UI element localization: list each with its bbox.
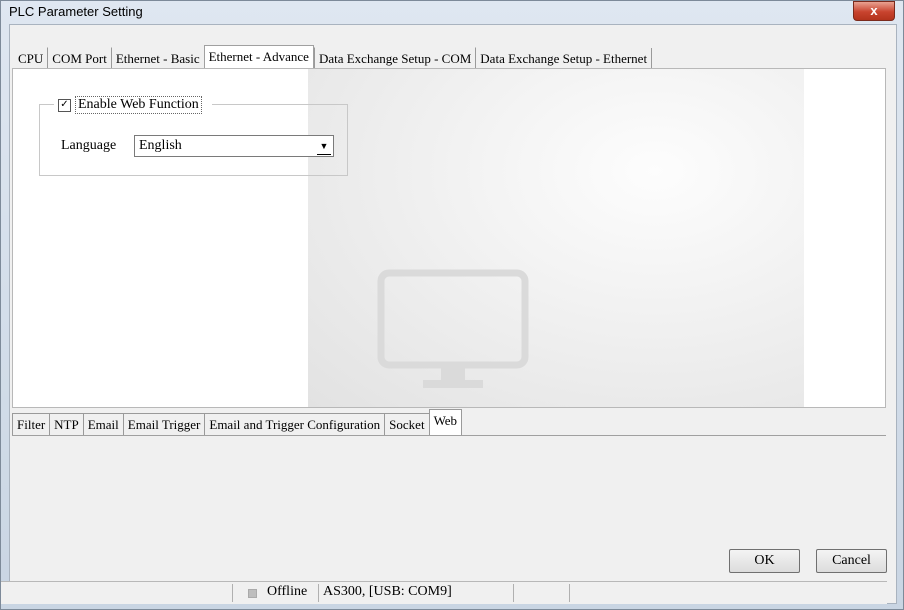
status-mode: Offline	[267, 584, 308, 599]
subtab-filter[interactable]: Filter	[12, 413, 50, 435]
subtab-web[interactable]: Web	[428, 409, 463, 435]
tab-cpu[interactable]: CPU	[14, 47, 48, 70]
web-settings-panel: ✓ Enable Web Function Language English ▼	[12, 68, 886, 408]
status-device: AS300, [USB: COM9]	[323, 584, 452, 599]
language-row: Language English ▼	[61, 135, 334, 157]
status-bar: Offline AS300, [USB: COM9]	[1, 581, 887, 604]
tabbar-end-divider	[651, 48, 656, 70]
subtab-socket[interactable]: Socket	[384, 413, 429, 435]
subtab-email-trigger-config[interactable]: Email and Trigger Configuration	[204, 413, 385, 435]
ok-button[interactable]: OK	[729, 549, 800, 573]
title-bar[interactable]: PLC Parameter Setting x	[1, 1, 903, 23]
tab-ethernet-advance[interactable]: Ethernet - Advance	[203, 45, 314, 70]
language-value: English	[139, 138, 182, 153]
tab-data-exchange-com[interactable]: Data Exchange Setup - COM	[313, 47, 476, 70]
cancel-button[interactable]: Cancel	[816, 549, 887, 573]
tab-data-exchange-ethernet[interactable]: Data Exchange Setup - Ethernet	[475, 47, 652, 70]
groupbox-header: ✓ Enable Web Function	[54, 96, 212, 114]
subtab-email[interactable]: Email	[82, 413, 123, 435]
language-label: Language	[61, 138, 117, 153]
window-title: PLC Parameter Setting	[9, 4, 143, 19]
status-divider	[569, 584, 570, 602]
chevron-down-icon[interactable]: ▼	[317, 138, 331, 155]
status-divider	[513, 584, 514, 602]
close-button[interactable]: x	[853, 1, 895, 21]
close-icon: x	[870, 3, 878, 18]
tab-com-port[interactable]: COM Port	[47, 47, 111, 70]
tab-ethernet-basic[interactable]: Ethernet - Basic	[110, 47, 204, 70]
enable-web-checkbox[interactable]: ✓	[58, 98, 71, 112]
status-divider	[318, 584, 319, 602]
web-function-groupbox: ✓ Enable Web Function Language English ▼	[39, 96, 348, 176]
language-select[interactable]: English ▼	[134, 135, 334, 157]
subtab-ntp[interactable]: NTP	[49, 413, 83, 435]
main-tabbar: CPU COM Port Ethernet - Basic Ethernet -…	[14, 44, 656, 70]
enable-web-label[interactable]: Enable Web Function	[75, 96, 202, 114]
sub-tabbar: Filter NTP Email Email Trigger Email and…	[12, 408, 463, 435]
status-divider	[232, 584, 233, 602]
monitor-icon	[377, 269, 529, 388]
dialog-window: PLC Parameter Setting x CPU COM Port Eth…	[0, 0, 904, 610]
status-led-icon	[248, 589, 257, 598]
subtab-email-trigger[interactable]: Email Trigger	[122, 413, 205, 435]
